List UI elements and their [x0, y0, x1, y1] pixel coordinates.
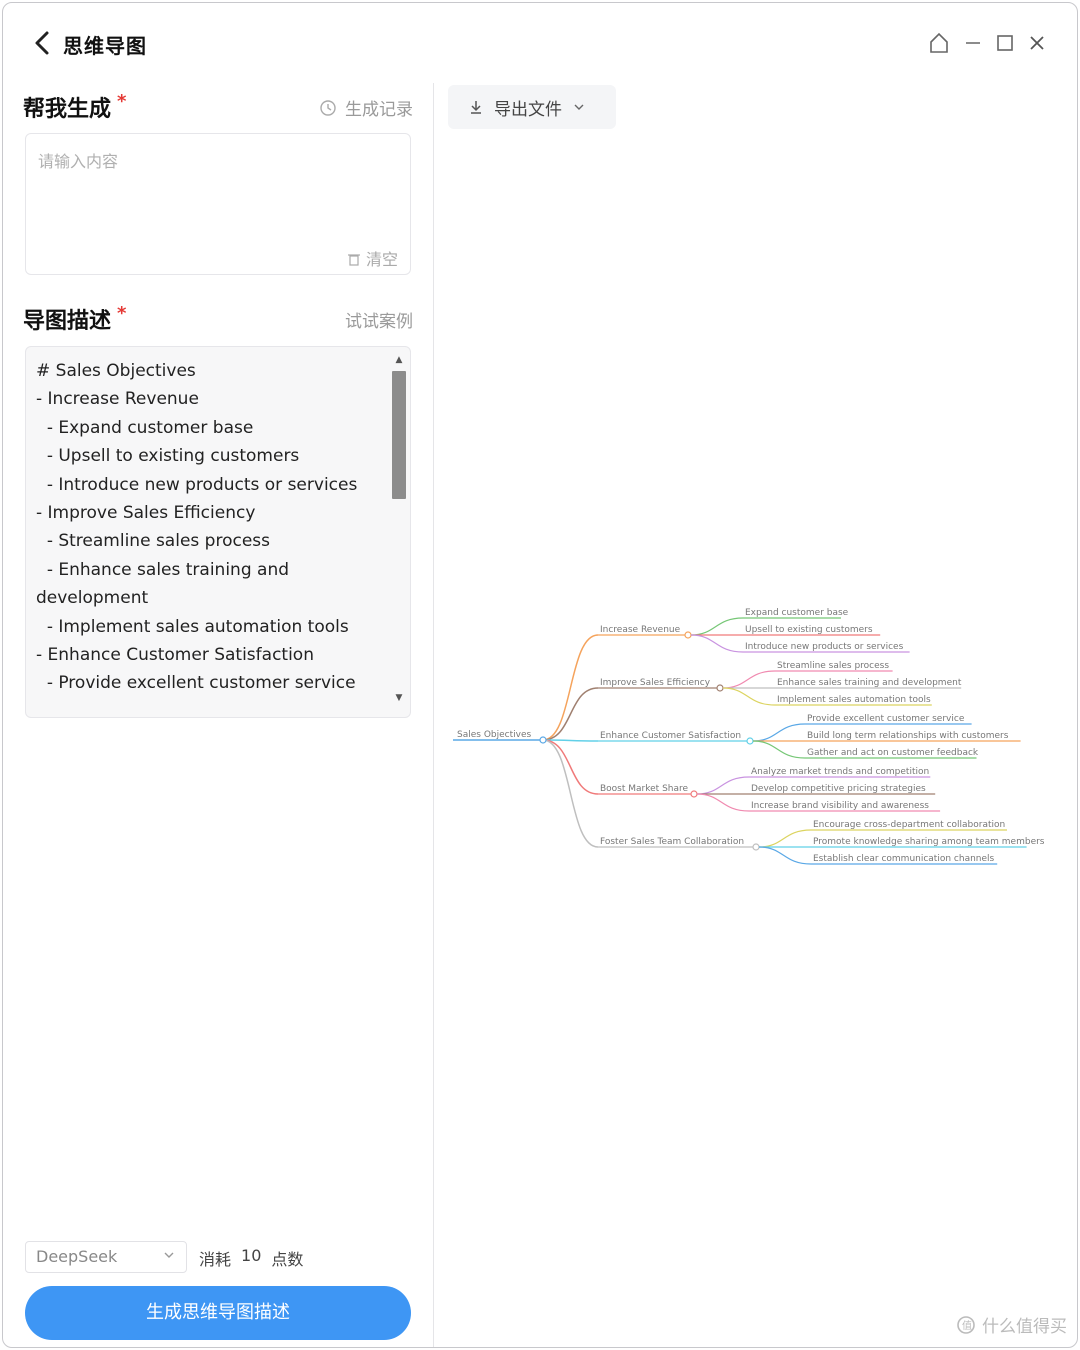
mindmap-node-dot[interactable] [746, 737, 754, 745]
mindmap-node-dot[interactable] [690, 790, 698, 798]
maximize-icon[interactable] [993, 31, 1017, 55]
scrollbar-thumb[interactable] [392, 371, 406, 499]
mindmap-branch-link [542, 739, 599, 795]
mindmap-leaf-label[interactable]: Develop competitive pricing strategies [751, 784, 926, 794]
scrollbar[interactable]: ▲ ▼ [390, 351, 406, 711]
mindmap-branch-link [542, 739, 599, 848]
generate-button[interactable]: 生成思维导图描述 [25, 1286, 411, 1340]
history-link[interactable]: 生成记录 [319, 95, 413, 120]
mindmap-leaf-label[interactable]: Upsell to existing customers [745, 625, 873, 635]
chevron-down-icon [164, 1252, 174, 1258]
mindmap-leaf-link [722, 670, 776, 689]
scroll-down-icon[interactable]: ▼ [394, 693, 404, 703]
scroll-up-icon[interactable]: ▲ [394, 355, 404, 365]
app-window: 思维导图 帮我生成 * 生成记录 请输入内容 清空 导图描述 * 试试案例 # … [2, 2, 1078, 1348]
try-example-link[interactable]: 试试案例 [345, 307, 413, 332]
header: 思维导图 [3, 3, 1077, 83]
mindmap-leaf-link [690, 617, 744, 636]
svg-text:值: 值 [962, 1319, 972, 1332]
mindmap-leaf-label[interactable]: Implement sales automation tools [777, 695, 931, 705]
watermark: 值 什么值得买 [956, 1312, 1067, 1337]
mindmap-branch-label[interactable]: Increase Revenue [600, 625, 681, 635]
home-icon[interactable] [927, 31, 951, 55]
mindmap-desc-title: 导图描述 * [23, 303, 127, 334]
mindmap-branch-label[interactable]: Enhance Customer Satisfaction [600, 731, 741, 741]
mindmap-leaf-label[interactable]: Provide excellent customer service [807, 714, 965, 724]
mindmap-leaf-label[interactable]: Introduce new products or services [745, 642, 904, 652]
mindmap-node-dot[interactable] [716, 684, 724, 692]
required-mark: * [117, 91, 127, 112]
close-icon[interactable] [1025, 31, 1049, 55]
cost-info: 消耗 10 点数 [199, 1246, 304, 1269]
mindmap-leaf-link [696, 776, 750, 795]
mindmap-desc-text[interactable]: # Sales Objectives - Increase Revenue - … [36, 357, 381, 698]
mindmap-leaf-link [752, 723, 806, 742]
mindmap-leaf-label[interactable]: Build long term relationships with custo… [807, 731, 1009, 741]
mindmap-leaf-label[interactable]: Streamline sales process [777, 661, 889, 671]
left-panel: 帮我生成* 生成记录 清空 导图描述* 试试案例 [23, 83, 413, 1347]
mindmap-leaf-link [722, 687, 776, 706]
mindmap-leaf-link [758, 829, 812, 848]
watermark-logo-icon: 值 [957, 1315, 975, 1334]
mindmap-branch-link [542, 634, 599, 741]
mindmap-desc-editor[interactable]: # Sales Objectives - Increase Revenue - … [25, 346, 411, 718]
mindmap-leaf-label[interactable]: Analyze market trends and competition [751, 767, 929, 777]
help-input-box: 清空 [25, 133, 411, 275]
mindmap-leaf-label[interactable]: Increase brand visibility and awareness [751, 801, 929, 811]
mindmap-root-label[interactable]: Sales Objectives [457, 730, 531, 740]
minimize-icon[interactable] [961, 31, 985, 55]
help-generate-title: 帮我生成 * [23, 91, 127, 122]
mindmap-canvas[interactable]: Sales Objectives Increase Revenue Expand c… [443, 593, 1073, 873]
mindmap-branch-label[interactable]: Foster Sales Team Collaboration [600, 837, 744, 847]
mindmap-leaf-label[interactable]: Encourage cross-department collaboration [813, 820, 1005, 830]
mindmap-branch-label[interactable]: Improve Sales Efficiency [600, 678, 711, 688]
mindmap-leaf-label[interactable]: Expand customer base [745, 608, 849, 618]
chevron-down-icon [574, 104, 584, 110]
mindmap-leaf-label[interactable]: Gather and act on customer feedback [807, 748, 979, 758]
mindmap-branch-link [542, 687, 599, 741]
mindmap-leaf-label[interactable]: Enhance sales training and development [777, 678, 962, 688]
mindmap-root-dot[interactable] [539, 736, 547, 744]
model-select[interactable]: DeepSeek [25, 1241, 187, 1273]
clock-icon [320, 99, 336, 116]
clear-button[interactable]: 清空 [347, 246, 398, 270]
mindmap-leaf-label[interactable]: Promote knowledge sharing among team mem… [813, 837, 1045, 847]
mindmap-leaf-link [696, 793, 750, 812]
trash-icon [347, 254, 360, 266]
export-file-button[interactable]: 导出文件 [448, 85, 616, 129]
mindmap-leaf-label[interactable]: Establish clear communication channels [813, 854, 995, 864]
mindmap-node-dot[interactable] [752, 843, 760, 851]
back-arrow-icon[interactable] [29, 29, 57, 57]
panel-divider [433, 83, 434, 1347]
mindmap-leaf-link [758, 846, 812, 865]
mindmap-leaf-link [752, 740, 806, 759]
mindmap-node-dot[interactable] [684, 631, 692, 639]
mindmap-leaf-link [690, 634, 744, 653]
mindmap-branch-label[interactable]: Boost Market Share [600, 784, 688, 794]
required-mark: * [117, 303, 127, 324]
download-icon [471, 101, 481, 114]
page-title: 思维导图 [63, 34, 147, 58]
